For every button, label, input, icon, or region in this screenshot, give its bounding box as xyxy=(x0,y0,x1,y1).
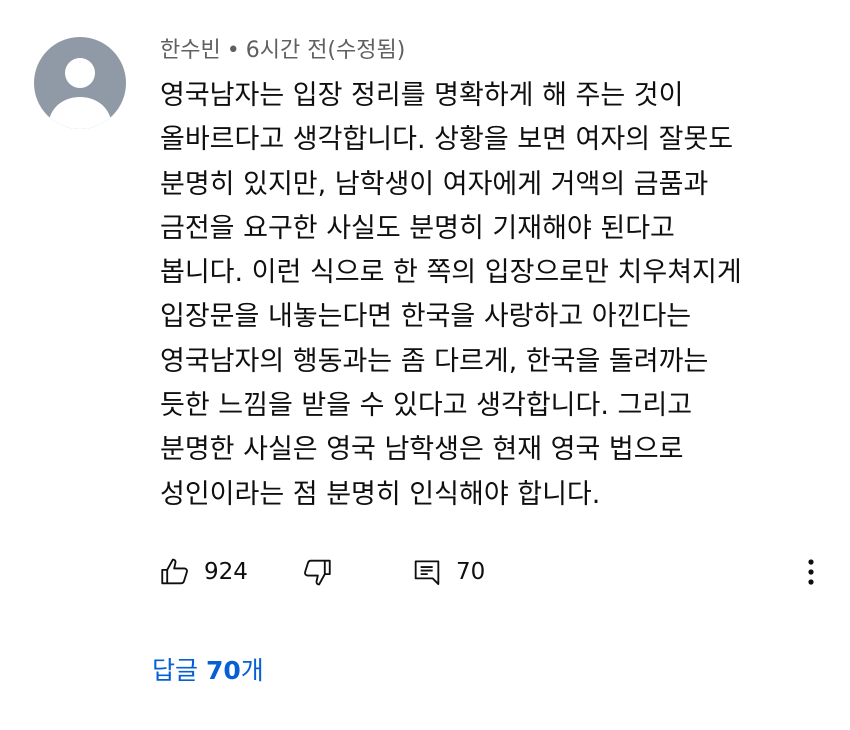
reply-button[interactable]: 70 xyxy=(410,552,485,592)
replies-prefix: 답글 xyxy=(152,656,199,685)
comment-timestamp[interactable]: 6시간 전(수정됨) xyxy=(246,38,406,63)
replies-count: 70 xyxy=(205,656,241,685)
comment-line: 영국남자는 입장 정리를 명확하게 해 주는 것이 xyxy=(160,80,684,111)
dislike-button[interactable] xyxy=(300,552,334,592)
separator-dot: • xyxy=(226,38,240,63)
comment-line: 금전을 요구한 사실도 분명히 기재해야 된다고 xyxy=(160,212,675,244)
comment-line: 분명히 있지만, 남학생이 여자에게 거액의 금품과 xyxy=(160,168,709,200)
comment-line: 분명한 사실은 영국 남학생은 현재 영국 법으로 xyxy=(160,434,684,466)
avatar[interactable] xyxy=(34,37,126,129)
more-vert-icon xyxy=(808,559,814,585)
like-button[interactable]: 924 xyxy=(158,552,248,592)
comment-header: 한수빈 • 6시간 전(수정됨) xyxy=(160,36,405,66)
thumbs-up-icon xyxy=(161,558,188,585)
view-replies-link[interactable]: 답글 70개 xyxy=(152,651,264,687)
comment-line: 듯한 느낌을 받을 수 있다고 생각합니다. 그리고 xyxy=(160,390,693,422)
comment-actions: 924 70 xyxy=(158,552,838,592)
replies-suffix: 개 xyxy=(240,656,264,685)
more-options-button[interactable] xyxy=(796,552,826,592)
like-count: 924 xyxy=(204,559,248,585)
comment-line: 올바르다고 생각합니다. 상황을 보면 여자의 잘못도 xyxy=(160,124,734,156)
reply-count: 70 xyxy=(456,559,486,585)
comment-line: 입장문을 내놓는다면 한국을 사랑하고 아낀다는 xyxy=(160,301,692,333)
comment-reply-icon xyxy=(414,560,440,585)
comment-line: 봅니다. 이런 식으로 한 쪽의 입장으로만 치우쳐지게 xyxy=(160,257,742,289)
comment-line: 영국남자의 행동과는 좀 다르게, 한국을 돌려까는 xyxy=(160,345,709,377)
thumbs-down-icon xyxy=(304,559,331,586)
comment-line: 성인이라는 점 분명히 인식해야 합니다. xyxy=(160,478,601,510)
comment-text: 영국남자는 입장 정리를 명확하게 해 주는 것이 올바르다고 생각합니다. 상… xyxy=(160,74,830,517)
author-name[interactable]: 한수빈 xyxy=(160,38,221,63)
default-avatar-icon xyxy=(48,58,112,129)
